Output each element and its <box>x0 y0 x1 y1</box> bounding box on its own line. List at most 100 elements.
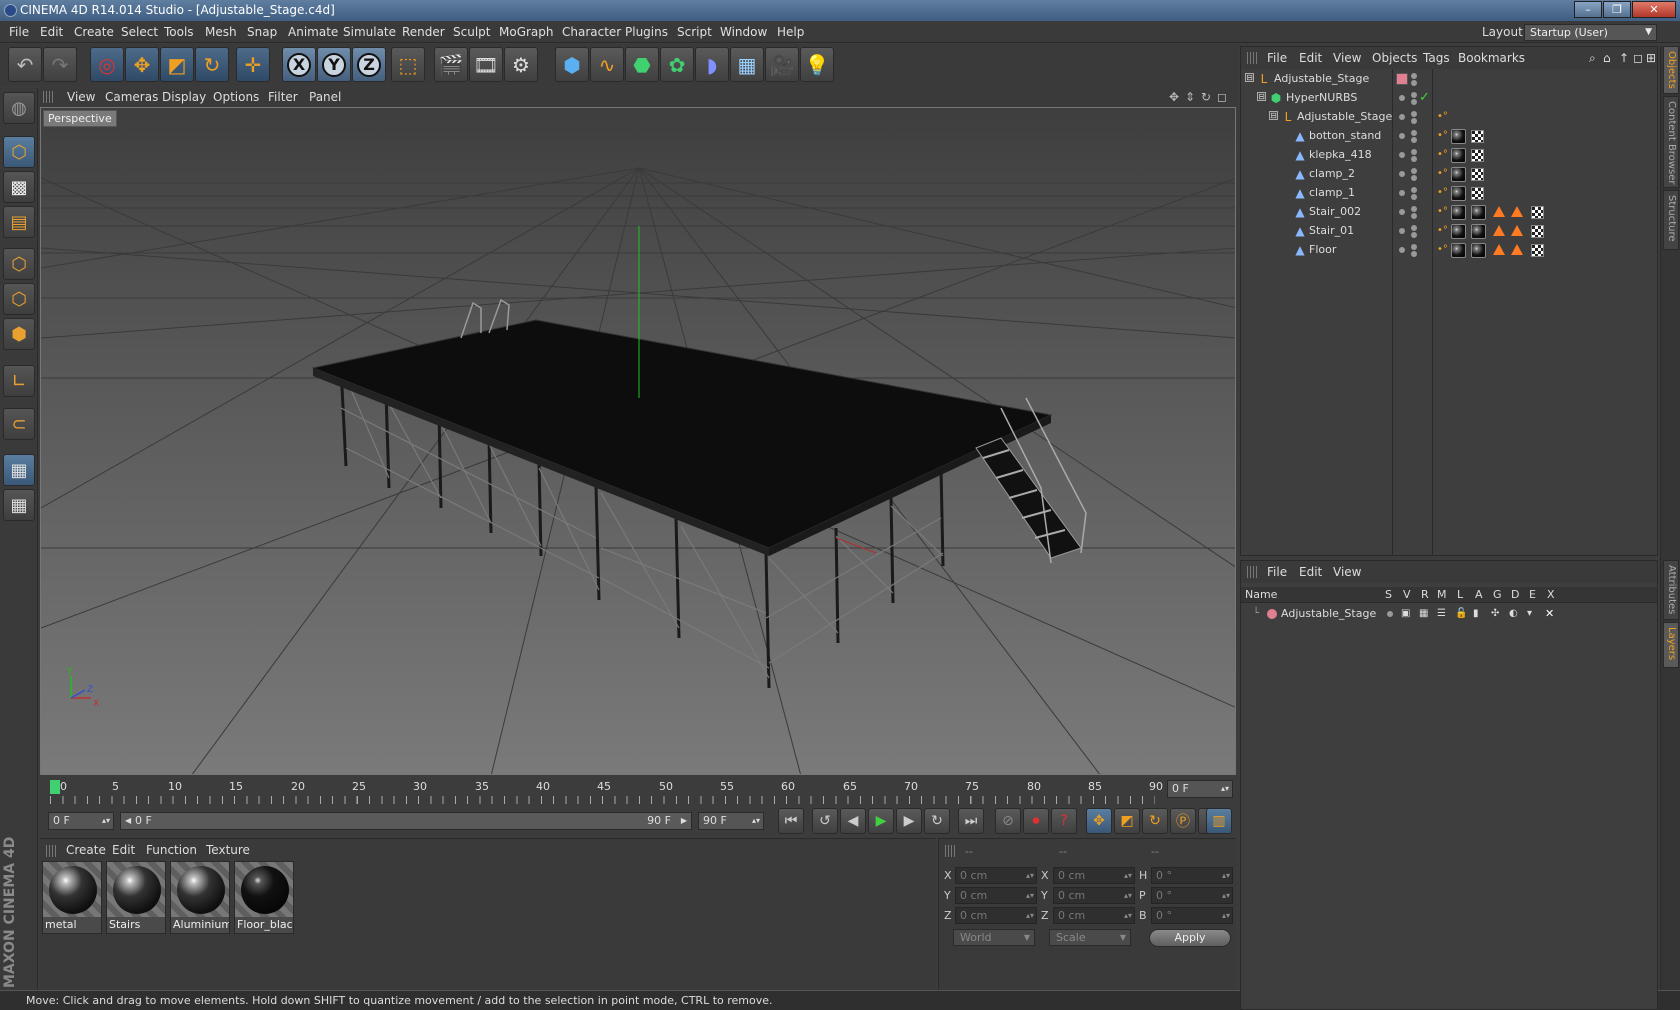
enabled-check-icon[interactable]: ✓ <box>1419 88 1430 108</box>
editor-dot[interactable] <box>1411 206 1417 212</box>
move-icon[interactable]: ✥ <box>125 47 159 82</box>
next-frame-icon[interactable]: ▶ <box>896 808 922 834</box>
object-row[interactable]: ▲ Stair_002 •° <box>1241 202 1657 222</box>
edit-render-settings-icon[interactable]: ⚙ <box>504 47 538 82</box>
object-row[interactable]: ▲ botton_stand •° <box>1241 126 1657 146</box>
phong-tag-icon[interactable]: •° <box>1437 226 1448 236</box>
record-active-objects-icon[interactable]: ⊘ <box>995 808 1021 834</box>
locked-workplane-icon[interactable]: ▦ <box>3 489 35 521</box>
om-menu-objects[interactable]: Objects <box>1372 47 1417 69</box>
uvw-tag-icon[interactable] <box>1471 187 1484 200</box>
material-tag-icon[interactable] <box>1471 224 1486 239</box>
nurbs-icon[interactable]: ⬣ <box>625 47 659 82</box>
menu-help[interactable]: Help <box>777 21 804 43</box>
render-dot[interactable] <box>1411 213 1417 219</box>
keyframe-selection-icon[interactable]: ? <box>1051 808 1077 834</box>
menu-render[interactable]: Render <box>402 21 445 43</box>
material-tag-icon[interactable] <box>1451 167 1466 182</box>
snap-icon[interactable]: ▦ <box>3 454 35 486</box>
preview-range-slider[interactable]: ◀ 0 F 90 F ▶ <box>120 812 692 830</box>
manager-icon[interactable]: ☰ <box>1437 608 1446 619</box>
menu-sculpt[interactable]: Sculpt <box>453 21 490 43</box>
editor-dot[interactable] <box>1411 130 1417 136</box>
visibility-dot[interactable] <box>1399 114 1405 120</box>
render-dot[interactable] <box>1411 232 1417 238</box>
playhead[interactable] <box>50 780 60 794</box>
viewport-rotate-icon[interactable]: ↻ <box>1201 87 1211 107</box>
om-menu-edit[interactable]: Edit <box>1299 47 1322 69</box>
layer-row[interactable]: └ Adjustable_Stage ▣ ▦ ☰ 🔓 ▮ ✣ ◐ ▾ ✕ <box>1241 605 1657 623</box>
position-x-field[interactable]: 0 cm ▴▾ <box>955 867 1037 884</box>
tab-attributes[interactable]: Attributes <box>1663 560 1679 620</box>
render-dot[interactable] <box>1411 156 1417 162</box>
tab-layers[interactable]: Layers <box>1663 622 1679 668</box>
view-eye-icon[interactable]: ▣ <box>1401 608 1410 619</box>
render-dot[interactable] <box>1411 251 1417 257</box>
material-tag-icon[interactable] <box>1451 205 1466 220</box>
make-editable-icon[interactable]: ◍ <box>3 92 35 124</box>
visibility-dot[interactable] <box>1399 228 1405 234</box>
column-view[interactable]: V <box>1403 587 1411 603</box>
record-rotation-icon[interactable]: ↻ <box>1142 808 1168 834</box>
deformer-icon[interactable]: ◐ <box>1509 608 1518 619</box>
editor-dot[interactable] <box>1411 92 1417 98</box>
render-view-icon[interactable]: 🎬 <box>434 47 468 82</box>
visibility-dot[interactable] <box>1411 73 1417 79</box>
om-menu-view[interactable]: View <box>1333 47 1361 69</box>
uvw-tag-icon[interactable] <box>1531 225 1544 238</box>
viewport-scene[interactable]: Y X Z <box>41 108 1236 775</box>
arrow-up-icon[interactable]: ↑ <box>1619 47 1629 69</box>
menu-animate[interactable]: Animate <box>288 21 338 43</box>
redo-icon[interactable]: ↷ <box>43 47 77 82</box>
render-dot[interactable] <box>1411 118 1417 124</box>
column-locked[interactable]: L <box>1457 587 1463 603</box>
phong-tag-icon[interactable]: •° <box>1437 245 1448 255</box>
material-menu-function[interactable]: Function <box>146 841 197 859</box>
menu-create[interactable]: Create <box>74 21 114 43</box>
material-metal[interactable]: metal <box>42 861 102 934</box>
visibility-dot[interactable] <box>1399 152 1405 158</box>
material-tag-icon[interactable] <box>1471 205 1486 220</box>
material-aluminium[interactable]: Aluminium <box>170 861 230 934</box>
visibility-dot[interactable] <box>1399 133 1405 139</box>
menu-character[interactable]: Character <box>562 21 621 43</box>
viewport-menu-options[interactable]: Options <box>213 87 259 107</box>
viewport-menu-panel[interactable]: Panel <box>309 87 341 107</box>
menu-plugins[interactable]: Plugins <box>625 21 668 43</box>
timeline-ruler[interactable]: 0 5 10 15 20 25 30 35 40 45 50 55 60 65 … <box>40 776 1236 806</box>
selection-tag-icon[interactable] <box>1493 206 1505 217</box>
minimize-button[interactable]: – <box>1574 1 1602 18</box>
size-z-field[interactable]: 0 cm ▴▾ <box>1053 907 1135 924</box>
polygons-mode-icon[interactable]: ⬢ <box>3 318 35 350</box>
lock-icon[interactable]: 🔓 <box>1455 608 1467 619</box>
range-left-arrow-icon[interactable]: ◀ <box>125 813 131 829</box>
material-floor-black[interactable]: Floor_black <box>234 861 294 934</box>
viewport-maximize-icon[interactable]: ◻ <box>1217 87 1227 107</box>
axis-mode-icon[interactable]: ∟ <box>3 365 35 397</box>
magnet-icon[interactable]: ⊂ <box>3 408 35 440</box>
cube-primitive-icon[interactable]: ⬢ <box>555 47 589 82</box>
object-row[interactable]: ⊟ L Adjustable_Stage •° <box>1241 107 1657 127</box>
3d-viewport[interactable]: Y X Z Perspective <box>40 107 1236 775</box>
panel-grip-icon[interactable] <box>43 91 53 103</box>
light-icon[interactable]: 💡 <box>800 47 834 82</box>
lm-menu-file[interactable]: File <box>1267 561 1287 583</box>
previous-frame-icon[interactable]: ◀ <box>840 808 866 834</box>
viewport-menu-cameras[interactable]: Cameras <box>105 87 158 107</box>
rotation-h-field[interactable]: 0 ° ▴▾ <box>1151 867 1233 884</box>
viewport-menu-filter[interactable]: Filter <box>268 87 298 107</box>
panel-grip-icon[interactable] <box>1247 566 1257 578</box>
search-icon[interactable]: ⌕ <box>1589 47 1596 69</box>
go-to-end-icon[interactable]: ⏭ <box>958 808 984 834</box>
menu-mesh[interactable]: Mesh <box>205 21 237 43</box>
deformer-icon[interactable]: ◗ <box>695 47 729 82</box>
phong-tag-icon[interactable]: •° <box>1437 207 1448 217</box>
material-stairs[interactable]: Stairs <box>106 861 166 934</box>
panel-grip-icon[interactable] <box>945 845 955 857</box>
phong-tag-icon[interactable]: •° <box>1437 112 1448 122</box>
z-axis-lock-icon[interactable]: Z <box>352 47 386 82</box>
stage-model[interactable] <box>311 298 1087 689</box>
render-dot[interactable] <box>1411 194 1417 200</box>
column-generators[interactable]: G <box>1493 587 1502 603</box>
camera-icon[interactable]: 🎥 <box>765 47 799 82</box>
